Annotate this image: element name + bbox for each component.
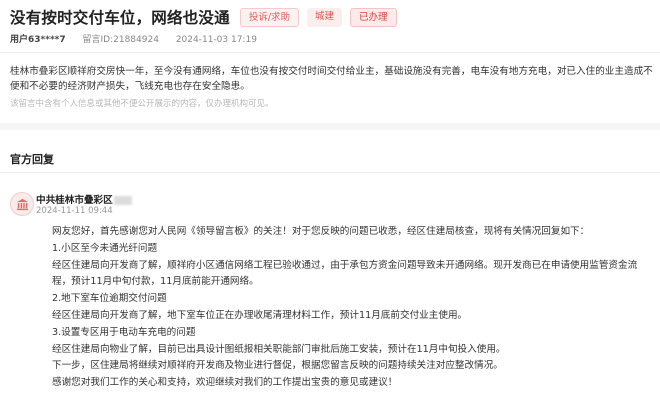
- message-title: 没有按时交付车位，网络也没通: [10, 9, 230, 27]
- message-datetime: 2024-11-03 17:19: [175, 35, 257, 45]
- official-reply-title: 官方回复: [10, 153, 54, 166]
- reply-paragraph-3: 经区住建局向物业了解，目前已出具设计图纸报相关职能部门审批后施工安装，预计在11…: [52, 343, 506, 355]
- section-separator: [0, 123, 660, 130]
- reply-divider: [0, 172, 660, 173]
- tag-group: 投诉/求助 城建 已办理: [239, 7, 405, 27]
- department-name: 中共桂林市叠彩区: [36, 195, 113, 206]
- message-content: 桂林市叠彩区顺祥府交房快一年，至今没有通网络，车位也没有按交付时间交付给业主，基…: [10, 66, 653, 92]
- user-name: 用户63****7: [10, 35, 66, 45]
- reply-closing: 感谢您对我们工作的关心和支持，欢迎继续对我们的工作提出宝贵的意见或建议！: [52, 377, 398, 389]
- message-id: 留言ID:21884924: [82, 35, 159, 45]
- tag-type[interactable]: 投诉/求助: [239, 7, 300, 27]
- header-divider: [0, 52, 660, 53]
- status-badge: 已办理: [350, 7, 397, 27]
- message-meta: 用户63****7 留言ID:21884924 2024-11-03 17:19: [10, 32, 257, 45]
- reply-date: 2024-11-11 09:44: [36, 206, 113, 216]
- message-header: 没有按时交付车位，网络也没通 投诉/求助 城建 已办理: [10, 6, 405, 28]
- reply-department: 中共桂林市叠彩区: [36, 192, 132, 206]
- reply-paragraph-4: 下一步，区住建局将继续对顺祥府开发商及物业进行督促，根据您留言反映的问题持续关注…: [52, 360, 503, 372]
- reply-greeting: 网友您好，首先感谢您对人民网《领导留言板》的关注！对于您反映的问题已收悉，经区住…: [52, 226, 590, 237]
- reply-paragraph-2: 经区住建局向开发商了解，地下室车位正在办理收尾清理材料工作，预计11月底前交付业…: [52, 309, 468, 321]
- reply-body: 网友您好，首先感谢您对人民网《领导留言板》的关注！对于您反映的问题已收悉，经区住…: [36, 224, 656, 392]
- reply-paragraph-1: 经区住建局向开发商了解，顺祥府小区通信网络工程已验收通过，由于承包方资金问题导致…: [52, 259, 638, 288]
- reply-heading-2: 2.地下室车位逾期交付问题: [52, 293, 167, 305]
- government-emblem-icon: [16, 198, 28, 210]
- redacted-text: [113, 195, 132, 205]
- privacy-notice: 该留言中含有个人信息或其他不便公开展示的内容，仅办理机构可见。: [10, 99, 274, 109]
- avatar: [10, 192, 34, 216]
- tag-field[interactable]: 城建: [307, 7, 343, 27]
- reply-heading-1: 1.小区至今未通光纤问题: [52, 242, 158, 254]
- reply-heading-3: 3.设置专区用于电动车充电的问题: [52, 326, 196, 338]
